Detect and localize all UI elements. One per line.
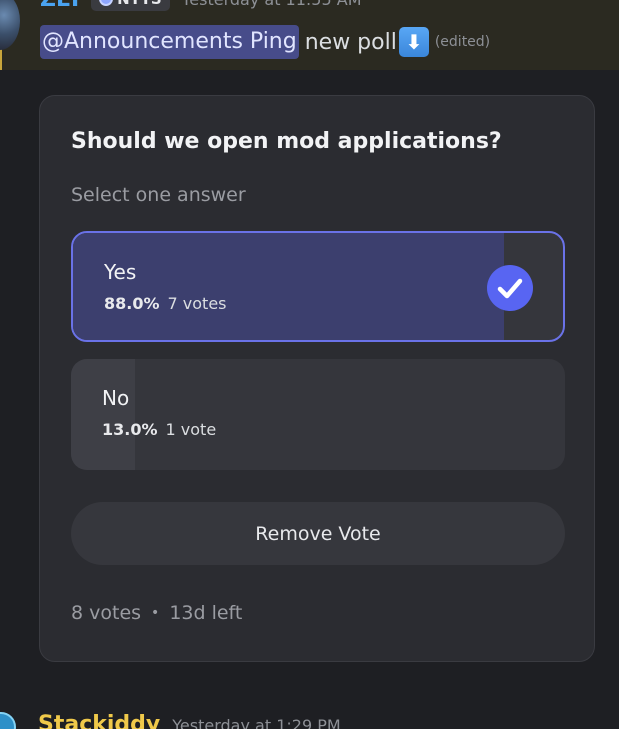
answer-percent: 88.0%: [104, 294, 160, 313]
answer-label: Yes: [104, 260, 137, 284]
answer-stats: 13.0% 1 vote: [102, 420, 216, 439]
poll-card: Should we open mod applications? Select …: [39, 95, 595, 662]
poll-answer-yes[interactable]: Yes 88.0% 7 votes: [71, 231, 565, 342]
highlighted-message: ZEI NYTS Yesterday at 11:55 AM @Announce…: [0, 0, 619, 70]
checkmark-icon: [487, 265, 533, 311]
answer-stats: 88.0% 7 votes: [104, 294, 227, 313]
chat-view: ZEI NYTS Yesterday at 11:55 AM @Announce…: [0, 0, 619, 729]
time-left: 13d left: [169, 602, 243, 624]
poll-answer-no[interactable]: No 13.0% 1 vote: [71, 359, 565, 470]
message-header: ZEI NYTS Yesterday at 11:55 AM: [40, 0, 362, 14]
total-votes[interactable]: 8 votes: [71, 602, 141, 624]
answer-vote-count: 7 votes: [167, 294, 227, 313]
next-author-avatar[interactable]: [0, 712, 16, 729]
message-timestamp: Yesterday at 11:55 AM: [182, 0, 362, 9]
poll-hint: Select one answer: [71, 184, 246, 206]
author-name[interactable]: ZEI: [40, 0, 79, 12]
poll-question: Should we open mod applications?: [71, 129, 502, 154]
message-content: @Announcements Ping new poll ⬇ (edited): [40, 25, 490, 59]
shield-badge-icon: [99, 0, 114, 6]
answer-vote-count: 1 vote: [165, 420, 217, 439]
answer-percent: 13.0%: [102, 420, 158, 439]
edited-label: (edited): [434, 34, 491, 50]
answer-label: No: [102, 386, 130, 410]
next-author-name[interactable]: Stackiddy: [38, 712, 160, 729]
remove-vote-button[interactable]: Remove Vote: [71, 502, 565, 565]
role-mention[interactable]: @Announcements Ping: [40, 25, 299, 59]
next-message-header: Stackiddy Yesterday at 1:29 PM: [38, 712, 341, 729]
down-arrow-emoji-icon: ⬇: [398, 27, 429, 57]
vote-share-bar: [73, 233, 505, 340]
vote-share-bar: [71, 359, 136, 470]
role-tag[interactable]: NYTS: [91, 0, 170, 11]
message-text: new poll: [304, 29, 397, 55]
separator-dot: •: [151, 605, 160, 621]
role-tag-label: NYTS: [117, 0, 161, 8]
next-message-timestamp: Yesterday at 1:29 PM: [172, 716, 341, 729]
poll-footer: 8 votes • 13d left: [71, 602, 242, 624]
author-avatar[interactable]: [0, 0, 20, 50]
